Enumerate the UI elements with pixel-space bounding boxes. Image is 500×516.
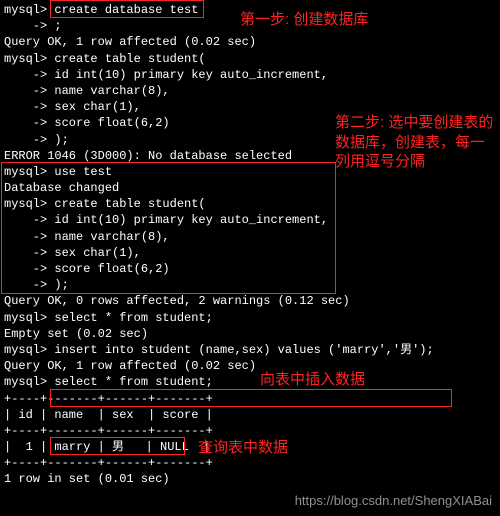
- line: mysql> select * from student;: [4, 374, 496, 390]
- line: Query OK, 1 row affected (0.02 sec): [4, 34, 496, 50]
- watermark: https://blog.csdn.net/ShengXIABai: [295, 492, 492, 510]
- line: -> id int(10) primary key auto_increment…: [4, 212, 496, 228]
- annotation-step1: 第一步: 创建数据库: [240, 10, 368, 30]
- line: -> name varchar(8),: [4, 229, 496, 245]
- line: -> sex char(1),: [4, 245, 496, 261]
- annotation-select: 查询表中数据: [198, 438, 288, 458]
- line: 1 row in set (0.01 sec): [4, 471, 496, 487]
- line: mysql> create table student(: [4, 196, 496, 212]
- line: Query OK, 1 row affected (0.02 sec): [4, 358, 496, 374]
- terminal-output: mysql> create database test -> ; Query O…: [0, 0, 500, 490]
- line: -> name varchar(8),: [4, 83, 496, 99]
- line: mysql> select * from student;: [4, 310, 496, 326]
- line: Database changed: [4, 180, 496, 196]
- line: -> id int(10) primary key auto_increment…: [4, 67, 496, 83]
- line: mysql> insert into student (name,sex) va…: [4, 342, 496, 358]
- annotation-step2: 第二步: 选中要创建表的数据库，创建表，每一列用逗号分隔: [335, 113, 495, 172]
- line: mysql> create table student(: [4, 51, 496, 67]
- line: Empty set (0.02 sec): [4, 326, 496, 342]
- line: Query OK, 0 rows affected, 2 warnings (0…: [4, 293, 496, 309]
- table-header: | id | name | sex | score |: [4, 407, 496, 423]
- annotation-insert: 向表中插入数据: [260, 370, 365, 390]
- line: -> );: [4, 277, 496, 293]
- table-border: +----+-------+------+-------+: [4, 423, 496, 439]
- table-border: +----+-------+------+-------+: [4, 391, 496, 407]
- table-border: +----+-------+------+-------+: [4, 455, 496, 471]
- line: -> score float(6,2): [4, 261, 496, 277]
